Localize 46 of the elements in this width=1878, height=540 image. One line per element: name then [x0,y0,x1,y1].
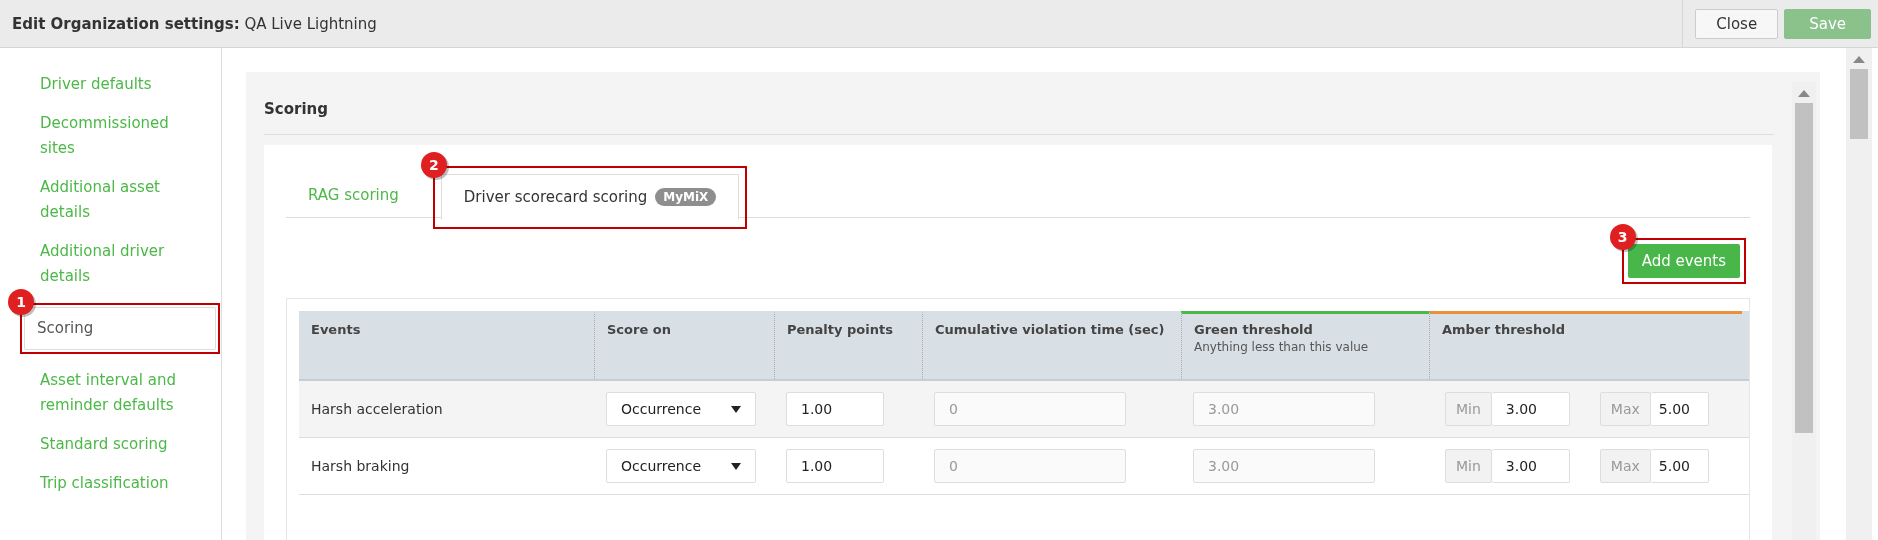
input-addon: Max [1599,392,1651,426]
input-field[interactable]: 3.00 [1491,392,1570,426]
tab-label: Driver scorecard scoring [463,188,648,206]
badge: MyMiX [655,188,717,206]
input-addon: Max [1599,449,1651,483]
input-field[interactable]: 3.00 [1193,449,1375,483]
scrollbar[interactable] [1792,82,1816,540]
input-addon: Min [1445,449,1492,483]
caret-icon [731,405,741,413]
input-field[interactable]: 0 [934,392,1126,426]
scrollbar-thumb[interactable] [1850,69,1868,139]
scroll-up-icon [1853,56,1865,63]
input-field[interactable]: 1.00 [786,392,884,426]
section-title: Scoring [264,72,1774,135]
add-events-button[interactable]: Add events [1627,244,1740,278]
callout-badge: 3 [1609,224,1636,250]
input-field[interactable]: 3.00 [1491,449,1570,483]
scrollbar-thumb[interactable] [1795,103,1813,433]
sidebar-item[interactable]: Decommissioned sites [20,111,200,161]
tab[interactable]: RAG scoring [286,173,421,217]
scroll-up-icon [1798,90,1810,97]
callout-badge: 2 [420,152,447,178]
input-field[interactable]: 1.00 [786,449,884,483]
table-cell: Harsh braking [311,458,410,474]
tab-label: RAG scoring [308,186,399,204]
sidebar-item[interactable]: Driver defaults [20,72,200,97]
input-field[interactable]: 0 [934,449,1126,483]
close-button[interactable]: Close [1695,8,1779,39]
input-addon: Min [1445,392,1492,426]
score-on-dropdown[interactable]: Occurrence [606,392,756,426]
callout-badge: 1 [8,289,34,315]
sidebar-item[interactable]: Scoring [24,307,216,350]
caret-icon [731,462,741,470]
table-cell: Harsh acceleration [311,401,443,417]
sidebar-item[interactable]: Additional driver details [20,239,200,289]
sidebar-item[interactable]: Trip classification [20,471,200,496]
score-on-dropdown[interactable]: Occurrence [606,449,756,483]
scrollbar[interactable] [1846,48,1872,540]
sidebar-item[interactable]: Additional asset details [20,175,200,225]
input-field[interactable]: 5.00 [1650,449,1709,483]
sidebar-item[interactable]: Standard scoring [20,432,200,457]
input-field[interactable]: 5.00 [1650,392,1709,426]
input-field[interactable]: 3.00 [1193,392,1375,426]
tab[interactable]: Driver scorecard scoring MyMiX [440,174,740,220]
window-title: Edit Organization settings: QA Live Lightning [11,14,377,33]
sidebar-item[interactable]: Asset interval and reminder defaults [20,368,200,418]
